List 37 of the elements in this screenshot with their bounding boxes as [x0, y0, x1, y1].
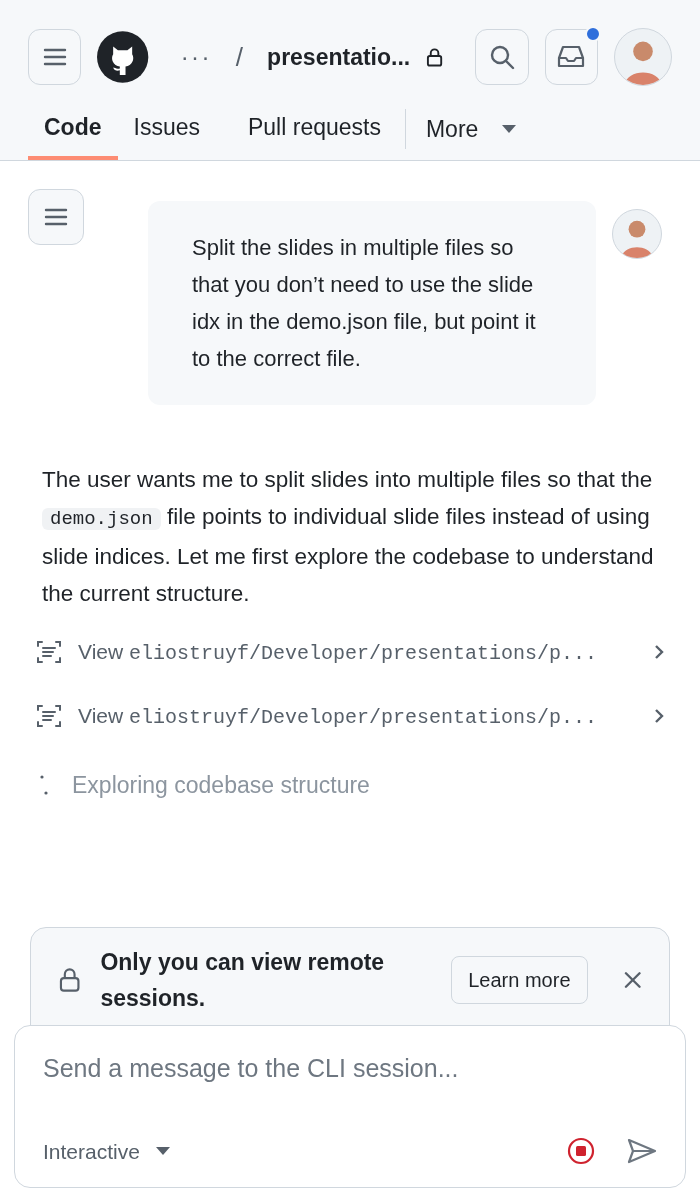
message-input[interactable]: Send a message to the CLI session...: [43, 1050, 657, 1088]
send-icon[interactable]: [627, 1138, 657, 1165]
learn-more-button[interactable]: Learn more: [451, 956, 588, 1004]
nav-tab[interactable]: Code: [28, 98, 118, 160]
menu-button[interactable]: [28, 29, 82, 85]
breadcrumb-ellipsis[interactable]: ···: [180, 39, 212, 75]
file-lines-icon: [36, 703, 62, 729]
menu-icon: [44, 207, 68, 227]
tool-call-row[interactable]: View eliostruyf/Developer/presentations/p...: [28, 696, 672, 736]
mode-dropdown[interactable]: Interactive: [43, 1135, 170, 1167]
nav-tab[interactable]: Pull requests: [232, 98, 397, 160]
search-button[interactable]: [475, 29, 529, 85]
menu-button[interactable]: [28, 189, 84, 245]
caret-icon: [502, 125, 517, 133]
stop-icon[interactable]: [567, 1137, 595, 1166]
inbox-button[interactable]: [544, 29, 598, 85]
close-icon[interactable]: [623, 971, 641, 989]
search-icon: [489, 44, 515, 70]
status-text: Exploring codebase structure: [72, 771, 370, 800]
chevron-right-icon: [654, 644, 664, 660]
octocat-logo[interactable]: [97, 30, 149, 84]
more-tab[interactable]: More: [413, 98, 529, 160]
avatar[interactable]: [612, 209, 662, 259]
lock-icon: [59, 967, 81, 993]
notice-text: Only you can view remote sessions.: [100, 948, 386, 1013]
user-message: Split the slides in multiple files so that you don’t need to use the slide idx in the demo.json file, but point it to the correct file.: [192, 234, 537, 373]
file-lines-icon: [36, 639, 62, 665]
caret-icon: [155, 1147, 170, 1156]
menu-icon: [42, 47, 67, 67]
repo-name[interactable]: presentatio...: [267, 39, 411, 75]
spinner-icon: [40, 774, 48, 797]
assistant-message: The user wants me to split slides into multiple files so that the demo.json file points to individual slide files instead of using slide indices. Let me first explore the codebase to understand the current structure.: [41, 466, 655, 608]
nav-tab[interactable]: Issues: [117, 98, 216, 160]
inbox-icon: [557, 45, 586, 69]
breadcrumb-separator: /: [235, 40, 244, 74]
chevron-right-icon: [654, 708, 664, 724]
tool-call-row[interactable]: View eliostruyf/Developer/presentations/p...: [28, 632, 672, 672]
